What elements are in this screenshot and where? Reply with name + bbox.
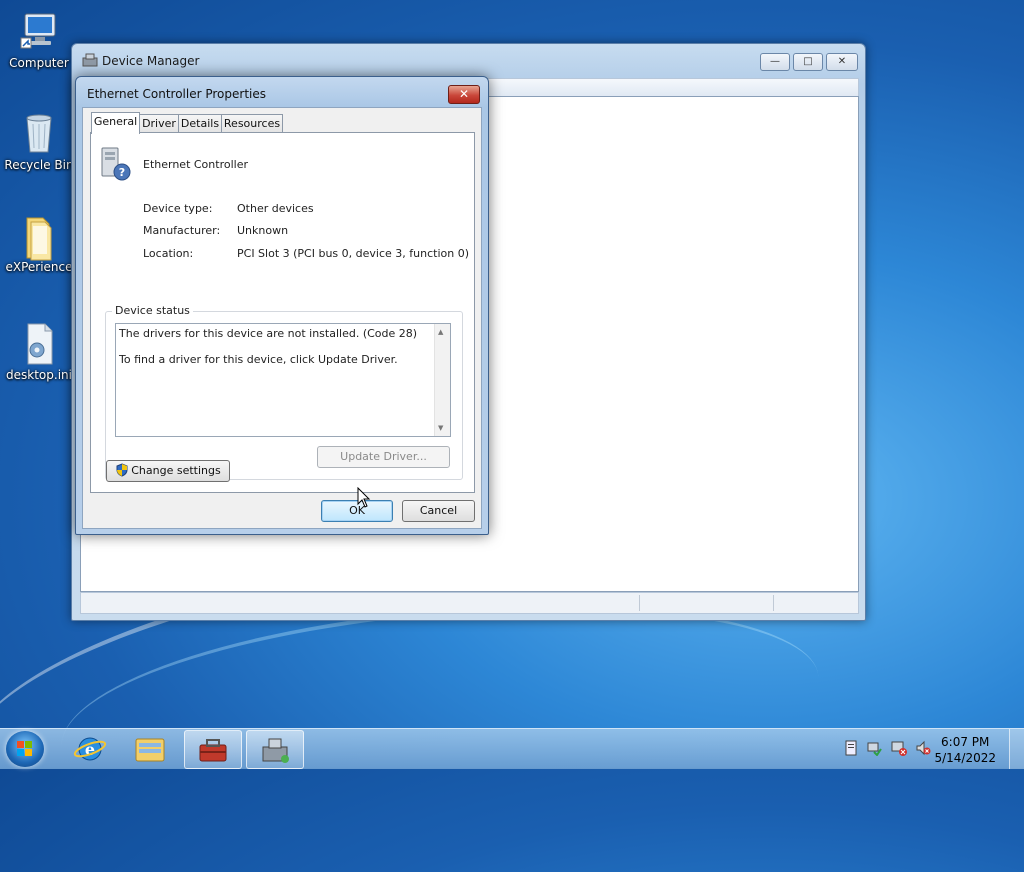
dialog-close-button[interactable]: ✕ xyxy=(448,85,480,104)
dialog-content: General Driver Details Resources ? Ether… xyxy=(82,107,482,529)
desktop-icon-desktop-ini[interactable]: desktop.ini xyxy=(4,322,74,382)
device-type-value: Other devices xyxy=(237,202,314,215)
taskbar-toolbox[interactable] xyxy=(184,730,242,769)
device-manager-icon xyxy=(262,738,289,763)
scroll-down-icon[interactable]: ▼ xyxy=(438,424,443,432)
show-desktop-button[interactable] xyxy=(1009,729,1024,769)
desktop-icon-label: Recycle Bin xyxy=(4,158,74,172)
dialog-title: Ethernet Controller Properties xyxy=(87,87,266,101)
location-value: PCI Slot 3 (PCI bus 0, device 3, functio… xyxy=(237,247,469,260)
desktop-icon-experience[interactable]: eXPerience xyxy=(4,214,74,274)
desktop-icon-label: desktop.ini xyxy=(6,368,72,382)
status-bar xyxy=(80,592,859,614)
tab-general[interactable]: General xyxy=(91,112,140,134)
maximize-button[interactable]: □ xyxy=(793,53,823,71)
internet-explorer-icon: e xyxy=(73,737,107,761)
manufacturer-label: Manufacturer: xyxy=(143,224,221,237)
update-driver-button[interactable]: Update Driver... xyxy=(317,446,450,468)
properties-dialog: Ethernet Controller Properties ✕ General… xyxy=(75,76,489,535)
recycle-bin-icon xyxy=(19,112,59,156)
desktop-icon-label: eXPerience xyxy=(5,260,73,274)
desktop-icon-label: Computer xyxy=(9,56,69,70)
volume-muted-icon[interactable] xyxy=(915,740,931,756)
status-scrollbar[interactable]: ▲ ▼ xyxy=(434,324,450,436)
tab-resources[interactable]: Resources xyxy=(221,114,283,133)
network-disconnected-icon[interactable] xyxy=(891,740,907,756)
computer-icon xyxy=(19,10,59,54)
location-label: Location: xyxy=(143,247,194,260)
settings-file-icon xyxy=(19,322,59,366)
uac-shield-icon xyxy=(115,463,129,477)
device-name: Ethernet Controller xyxy=(143,158,248,171)
clock-date: 5/14/2022 xyxy=(934,751,996,765)
clock-time: 6:07 PM xyxy=(941,735,990,749)
taskbar-device-manager[interactable] xyxy=(246,730,304,769)
desktop-icon-computer[interactable]: Computer xyxy=(4,10,74,70)
minimize-button[interactable]: — xyxy=(760,53,790,71)
device-type-label: Device type: xyxy=(143,202,213,215)
unknown-device-icon: ? xyxy=(98,146,132,182)
device-manager-icon xyxy=(82,53,98,67)
status-line-1: The drivers for this device are not inst… xyxy=(119,327,418,340)
taskbar: e 6:07 PM 5/14/2022 xyxy=(0,728,1024,769)
change-settings-button[interactable]: Change settings xyxy=(106,460,230,482)
change-settings-label: Change settings xyxy=(131,464,221,477)
device-status-group: Device status The drivers for this devic… xyxy=(105,304,463,480)
folder-icon xyxy=(19,214,59,261)
tab-details[interactable]: Details xyxy=(178,114,222,133)
device-status-label: Device status xyxy=(112,304,193,317)
network-ok-icon[interactable] xyxy=(866,740,882,757)
scroll-up-icon[interactable]: ▲ xyxy=(438,328,443,336)
status-separator xyxy=(639,595,640,611)
general-tab-panel: ? Ethernet Controller Device type: Other… xyxy=(90,132,475,493)
tab-driver[interactable]: Driver xyxy=(139,114,179,133)
device-status-textbox[interactable]: The drivers for this device are not inst… xyxy=(115,323,451,437)
manufacturer-value: Unknown xyxy=(237,224,289,237)
action-center-icon[interactable] xyxy=(843,740,859,756)
taskbar-internet-explorer[interactable]: e xyxy=(62,730,118,767)
taskbar-explorer[interactable] xyxy=(122,730,178,767)
desktop-icon-recycle-bin[interactable]: Recycle Bin xyxy=(4,112,74,172)
start-button[interactable] xyxy=(6,731,44,767)
folder-icon xyxy=(135,738,165,762)
status-line-2: To find a driver for this device, click … xyxy=(119,353,398,366)
status-separator xyxy=(773,595,774,611)
system-clock[interactable]: 6:07 PM 5/14/2022 xyxy=(934,734,996,766)
window-title: Device Manager xyxy=(102,54,200,68)
cancel-button[interactable]: Cancel xyxy=(402,500,475,522)
toolbox-icon xyxy=(199,739,227,762)
windows-logo-icon xyxy=(17,741,32,756)
svg-text:?: ? xyxy=(119,166,125,179)
close-button[interactable]: ✕ xyxy=(826,53,858,71)
